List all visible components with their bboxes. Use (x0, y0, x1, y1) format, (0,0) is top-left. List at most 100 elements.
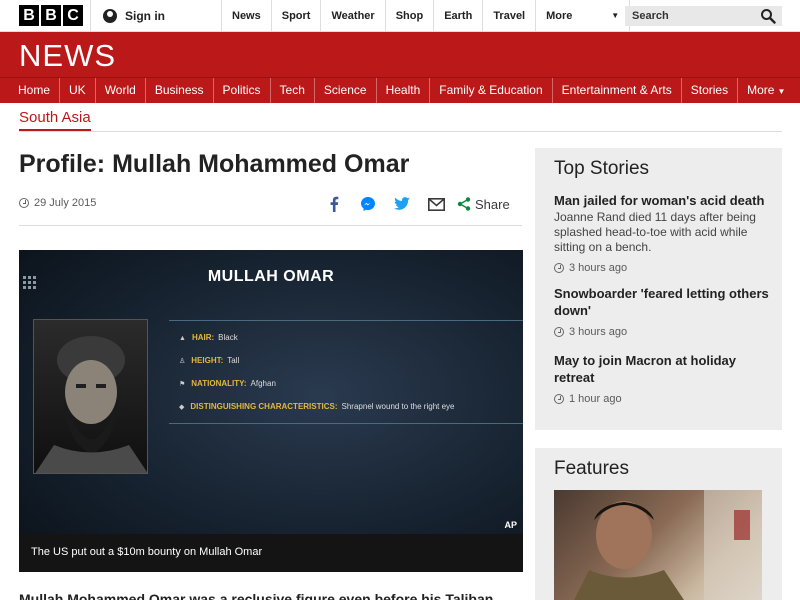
hair-icon: ▲ (179, 335, 186, 342)
divider (19, 131, 782, 132)
facebook-share-button[interactable] (325, 195, 343, 213)
user-icon (103, 9, 117, 23)
nav-business[interactable]: Business (146, 78, 214, 103)
email-icon (427, 197, 445, 211)
nav-home[interactable]: Home (9, 78, 61, 103)
fact-row: ⚑ NATIONALITY: Afghan (179, 379, 276, 388)
clock-icon (554, 394, 564, 404)
fact-key: DISTINGUISHING CHARACTERISTICS: (190, 402, 338, 411)
story-title[interactable]: Man jailed for woman's acid death (554, 192, 769, 209)
messenger-icon (361, 197, 375, 211)
share-tools: Share (325, 195, 510, 213)
sign-in-label: Sign in (125, 9, 165, 23)
twitter-icon (394, 197, 410, 210)
story-summary: Joanne Rand died 11 days after being spl… (554, 210, 756, 254)
fact-key: HEIGHT: (191, 356, 224, 365)
share-icon (457, 197, 471, 211)
fact-value: Afghan (250, 379, 276, 388)
image-caption: The US put out a $10m bounty on Mullah O… (19, 534, 523, 572)
bbc-logo-letter: C (63, 5, 83, 26)
article-lead-paragraph: Mullah Mohammed Omar was a reclusive fig… (19, 591, 494, 600)
global-navigation-bar: B B C Sign in News Sport Weather Shop Ea… (0, 0, 800, 32)
top-stories-panel: Top Stories Man jailed for woman's acid … (535, 148, 782, 430)
flag-icon: ⚑ (179, 381, 186, 388)
nav-stories[interactable]: Stories (682, 78, 739, 103)
more-label: More (546, 10, 573, 22)
fact-value: Shrapnel wound to the right eye (341, 402, 455, 411)
story-timestamp: 1 hour ago (554, 393, 769, 405)
article-date-text: 29 July 2015 (34, 197, 97, 209)
eye-icon: ◆ (179, 404, 185, 411)
global-nav-travel[interactable]: Travel (482, 0, 535, 32)
bbc-logo-letter: B (19, 5, 39, 26)
caret-down-icon: ▼ (777, 87, 786, 96)
nav-more[interactable]: More ▼ (738, 78, 794, 103)
nav-family-education[interactable]: Family & Education (430, 78, 553, 103)
fact-row: ◆ DISTINGUISHING CHARACTERISTICS: Shrapnel… (179, 402, 454, 411)
nav-uk[interactable]: UK (60, 78, 96, 103)
feature-image[interactable] (554, 490, 762, 600)
story-time: 1 hour ago (569, 393, 622, 405)
news-section-nav: Home UK World Business Politics Tech Sci… (0, 77, 800, 103)
global-nav: News Sport Weather Shop Earth Travel Mor… (221, 0, 631, 32)
messenger-share-button[interactable] (359, 195, 377, 213)
facebook-icon (330, 196, 339, 212)
nav-world[interactable]: World (96, 78, 146, 103)
story-time: 3 hours ago (569, 326, 628, 338)
fact-row: ♙ HEIGHT: Tall (179, 356, 239, 365)
global-nav-shop[interactable]: Shop (384, 0, 434, 32)
story-timestamp: 3 hours ago (554, 262, 769, 274)
global-nav-earth[interactable]: Earth (433, 0, 482, 32)
global-nav-more[interactable]: More ▼ (535, 0, 631, 32)
nav-more-label: More (747, 83, 775, 97)
section-label[interactable]: South Asia (19, 109, 91, 132)
news-masthead: NEWS (0, 32, 800, 77)
article-headline: Profile: Mullah Mohammed Omar (19, 150, 410, 178)
top-story-item[interactable]: Man jailed for woman's acid death Joanne… (554, 192, 769, 274)
fact-key: NATIONALITY: (191, 379, 247, 388)
graphic-title: MULLAH OMAR (207, 268, 335, 285)
article-image[interactable]: MULLAH OMAR ▲ HAIR: Black ♙ HEIGHT: Tall ⚑ NA… (19, 250, 523, 572)
article-date: 29 July 2015 (19, 197, 96, 209)
fact-key: HAIR: (191, 333, 215, 342)
search-placeholder: Search (632, 10, 669, 22)
nav-politics[interactable]: Politics (214, 78, 271, 103)
top-story-item[interactable]: May to join Macron at holiday retreat 1 … (554, 352, 769, 405)
global-nav-sport[interactable]: Sport (270, 0, 321, 32)
global-nav-weather[interactable]: Weather (320, 0, 384, 32)
story-title[interactable]: May to join Macron at holiday retreat (554, 352, 769, 386)
fact-value: Black (218, 333, 238, 342)
fact-row: ▲ HAIR: Black (179, 333, 238, 342)
feature-photo-illustration (574, 490, 762, 600)
clock-icon (19, 198, 29, 208)
portrait-photo (33, 319, 148, 474)
global-nav-news[interactable]: News (221, 0, 271, 32)
clock-icon (554, 263, 564, 273)
features-heading: Features (554, 458, 629, 479)
clock-icon (554, 327, 564, 337)
divider (19, 225, 522, 226)
twitter-share-button[interactable] (393, 195, 411, 213)
story-time: 3 hours ago (569, 262, 628, 274)
nav-health[interactable]: Health (377, 78, 431, 103)
divider (90, 0, 91, 32)
sign-in-link[interactable]: Sign in (103, 0, 165, 32)
top-story-item[interactable]: Snowboarder 'feared letting others down'… (554, 285, 769, 338)
email-share-button[interactable] (427, 195, 445, 213)
search-box[interactable]: Search (625, 6, 782, 26)
portrait-illustration (35, 336, 147, 473)
news-logo[interactable]: NEWS (19, 38, 116, 74)
height-icon: ♙ (179, 358, 186, 365)
bbc-logo[interactable]: B B C (19, 5, 83, 26)
nav-tech[interactable]: Tech (271, 78, 315, 103)
story-title[interactable]: Snowboarder 'feared letting others down' (554, 285, 769, 319)
share-button[interactable]: Share (457, 197, 510, 212)
features-panel: Features (535, 448, 782, 600)
search-icon[interactable] (760, 8, 776, 24)
nav-science[interactable]: Science (315, 78, 377, 103)
story-timestamp: 3 hours ago (554, 326, 769, 338)
nav-entertainment-arts[interactable]: Entertainment & Arts (553, 78, 682, 103)
caret-down-icon: ▼ (611, 11, 620, 20)
share-label: Share (475, 196, 510, 212)
image-credit: AP (504, 520, 517, 530)
